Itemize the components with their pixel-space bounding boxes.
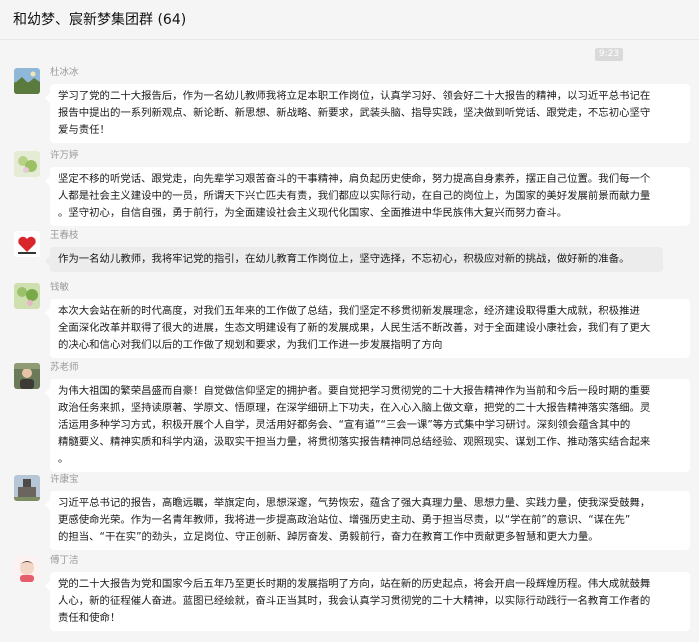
heart-graphic-avatar[interactable] xyxy=(14,231,40,257)
portrait-photo-avatar[interactable] xyxy=(14,363,40,389)
chat-header: 和幼梦、宸新梦集团群 (64) xyxy=(0,0,699,40)
message-bubble[interactable]: 为伟大祖国的繁荣昌盛而自豪！自觉做信仰坚定的拥护者。要自觉把学习贯彻党的二十大报… xyxy=(45,379,690,472)
message-bubble[interactable]: 习近平总书记的报告，高瞻远瞩，举旗定向，思想深邃，气势恢宏，蕴含了强大真理力量、… xyxy=(45,491,690,550)
landscape-photo-avatar[interactable] xyxy=(14,68,40,94)
garden-photo-avatar[interactable] xyxy=(14,283,40,309)
message-bubble[interactable]: 坚定不移的听党话、跟党走，向先辈学习艰苦奋斗的干事精神，肩负起历史使命，努力提高… xyxy=(45,167,690,226)
sender-name: 许万婷 xyxy=(50,150,79,161)
message-bubble[interactable]: 作为一名幼儿教师，我将牢记党的指引，在幼儿教育工作岗位上，坚守选择，不忘初心，积… xyxy=(45,247,663,272)
message-bubble[interactable]: 学习了党的二十大报告后，作为一名幼儿教师我将立足本职工作岗位，认真学习好、领会好… xyxy=(45,84,690,143)
building-photo-avatar[interactable] xyxy=(14,475,40,501)
sender-name: 王春枝 xyxy=(50,230,79,241)
time-badge: 9:23 xyxy=(595,48,623,61)
sender-name: 杜冰冰 xyxy=(50,67,79,78)
cartoon-avatar[interactable] xyxy=(14,556,40,582)
flower-photo-avatar[interactable] xyxy=(14,151,40,177)
sender-name: 许康宝 xyxy=(50,474,79,485)
message-bubble[interactable]: 本次大会站在新的时代高度，对我们五年来的工作做了总结，我们坚定不移贯彻新发展理念… xyxy=(45,299,690,358)
group-title[interactable]: 和幼梦、宸新梦集团群 (64) xyxy=(13,11,186,29)
message-bubble[interactable]: 党的二十大报告为党和国家今后五年乃至更长时期的发展指明了方向，站在新的历史起点，… xyxy=(45,572,690,631)
sender-name: 苏老师 xyxy=(50,362,79,373)
sender-name: 傅丁洁 xyxy=(50,555,79,566)
sender-name: 钱敏 xyxy=(50,282,70,293)
